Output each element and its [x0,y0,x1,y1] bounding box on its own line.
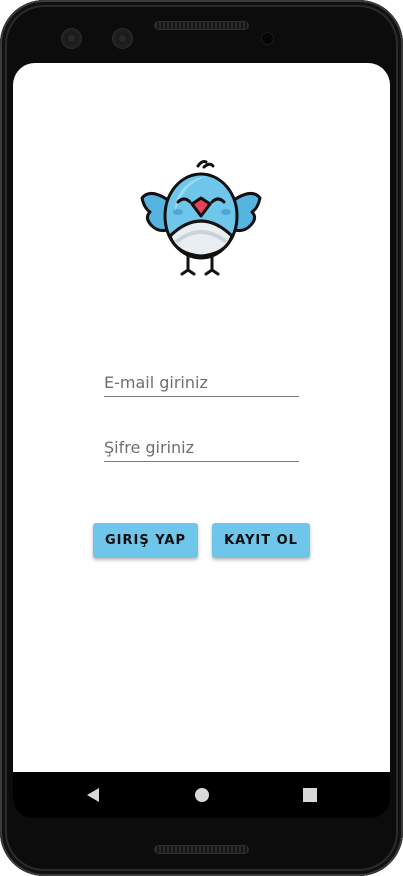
email-input[interactable] [104,361,299,396]
register-button[interactable]: KAYIT OL [212,523,310,558]
system-navigation-bar [13,772,390,818]
proximity-sensor [261,32,274,45]
app-screen: GIRIŞ YAP KAYIT OL [13,63,390,772]
phone-frame: GIRIŞ YAP KAYIT OL [0,0,403,876]
password-input[interactable] [104,426,299,461]
blue-bird-icon [140,160,262,276]
front-camera-left [61,28,82,49]
earpiece-speaker [154,21,249,30]
login-button[interactable]: GIRIŞ YAP [93,523,198,558]
recents-square-icon[interactable] [301,786,319,804]
bottom-speaker [154,845,249,854]
password-field[interactable] [104,426,299,462]
email-field[interactable] [104,361,299,397]
home-circle-icon[interactable] [193,786,211,804]
back-triangle-icon[interactable] [84,786,102,804]
front-camera-right [112,28,133,49]
